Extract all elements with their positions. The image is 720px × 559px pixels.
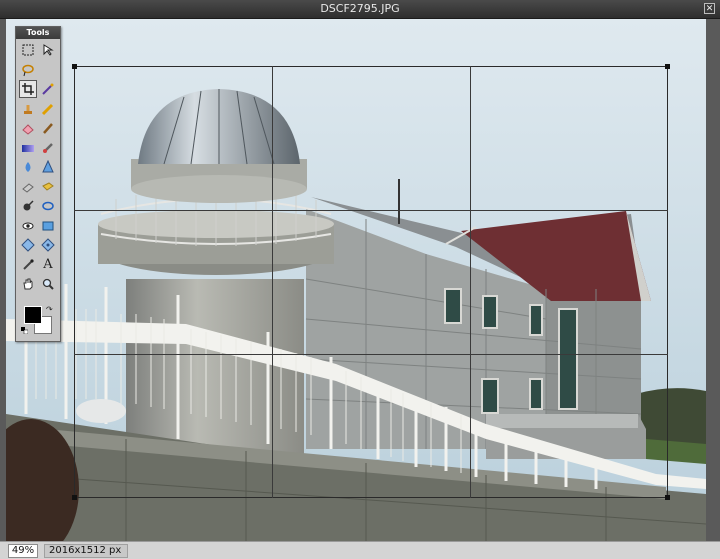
red-eye-icon[interactable] (19, 217, 37, 235)
crop-grid-line (74, 210, 668, 211)
brush-icon[interactable] (39, 119, 57, 137)
status-bar: 49% 2016x1512 px (0, 541, 720, 559)
crop-handle-top-left[interactable] (72, 64, 77, 69)
zoom-icon[interactable] (39, 275, 57, 293)
crop-handle-bottom-right[interactable] (665, 495, 670, 500)
burn-icon[interactable] (19, 197, 37, 215)
reset-colors-icon[interactable] (21, 327, 28, 334)
rectangle-select-icon[interactable] (19, 41, 37, 59)
zoom-level[interactable]: 49% (8, 544, 38, 558)
text-tool-glyph: A (43, 257, 53, 272)
crop-grid-line (74, 354, 668, 355)
image-dimensions: 2016x1512 px (44, 544, 128, 558)
hand-icon[interactable] (19, 275, 37, 293)
crop-grid-line (272, 66, 273, 498)
clone-stamp-icon[interactable] (19, 100, 37, 118)
tool-slot-empty (39, 61, 57, 79)
swap-colors-icon[interactable]: ↷ (46, 305, 53, 314)
dodge-icon[interactable] (39, 197, 57, 215)
crop-handle-bottom-left[interactable] (72, 495, 77, 500)
crop-handle-top-right[interactable] (665, 64, 670, 69)
foreground-color-swatch[interactable] (24, 306, 42, 324)
magic-wand-icon[interactable] (39, 80, 57, 98)
close-icon[interactable]: ✕ (704, 3, 715, 14)
eraser-icon[interactable] (19, 119, 37, 137)
sponge-icon[interactable] (39, 178, 57, 196)
pencil-icon[interactable] (39, 100, 57, 118)
tools-panel: Tools A ↷ (15, 26, 61, 342)
color-replace-icon[interactable] (39, 139, 57, 157)
zoom-target-icon[interactable] (19, 236, 37, 254)
crop-icon[interactable] (19, 80, 37, 98)
gradient-icon[interactable] (19, 139, 37, 157)
blur-drop-icon[interactable] (19, 158, 37, 176)
text-icon[interactable]: A (39, 256, 57, 274)
smudge-icon[interactable] (19, 178, 37, 196)
window-titlebar: DSCF2795.JPG ✕ (0, 0, 720, 19)
move-icon[interactable] (39, 41, 57, 59)
lasso-icon[interactable] (19, 61, 37, 79)
crop-rectangle[interactable] (74, 66, 668, 498)
window-title: DSCF2795.JPG (320, 2, 400, 15)
tool-grid: A (19, 41, 59, 295)
shape-icon[interactable] (39, 217, 57, 235)
eyedropper-icon[interactable] (19, 256, 37, 274)
tools-panel-title: Tools (16, 27, 60, 39)
crop-grid-line (470, 66, 471, 498)
sharpen-icon[interactable] (39, 158, 57, 176)
pan-target-icon[interactable] (39, 236, 57, 254)
